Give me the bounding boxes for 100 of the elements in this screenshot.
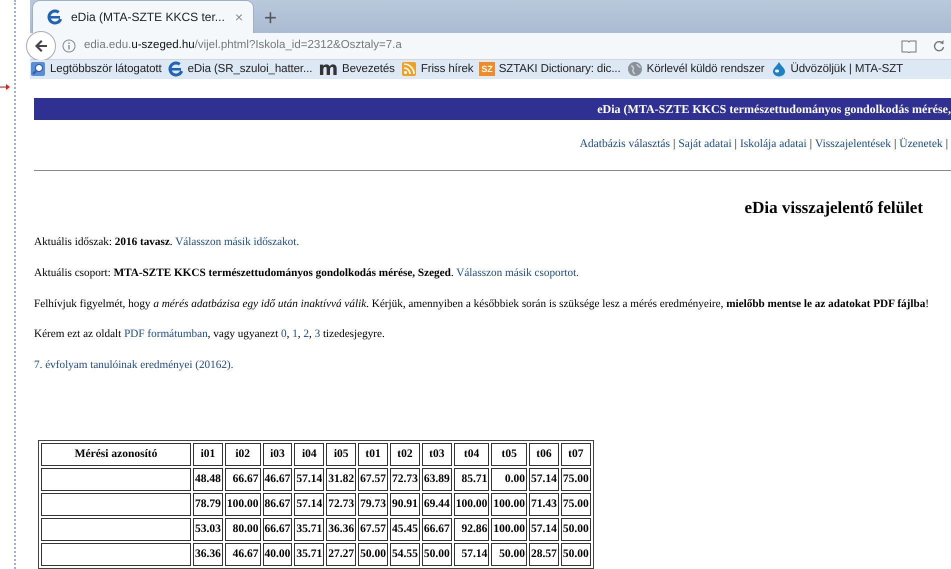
column-header: i02 xyxy=(224,443,260,466)
column-header: t07 xyxy=(560,443,591,466)
bookmark-item[interactable]: SZ SZTAKI Dictionary: dic... xyxy=(479,60,621,78)
table-cell: 86.67 xyxy=(262,493,292,516)
column-header: t01 xyxy=(358,443,388,466)
separator: | xyxy=(734,138,737,150)
table-cell: 78.79 xyxy=(193,493,223,516)
table-cell: 92.86 xyxy=(454,518,490,541)
table-cell: 100.00 xyxy=(224,493,260,516)
link[interactable]: Válasszon másik időszakot. xyxy=(175,236,300,248)
table-cell: 48.48 xyxy=(193,468,223,491)
bookmark-item[interactable]: Körlevél küldö rendszer xyxy=(626,60,764,78)
feed-icon xyxy=(400,61,417,78)
bookmark-item[interactable]: Üdvözöljük | MTA-SZT xyxy=(770,60,904,78)
table-cell: 57.14 xyxy=(294,493,324,516)
table-cell: 31.82 xyxy=(326,468,356,491)
table-cell: 79.73 xyxy=(358,493,388,516)
table-cell: 69.44 xyxy=(422,493,452,516)
letter-logo-icon: m xyxy=(318,62,338,76)
table-cell: 53.03 xyxy=(193,518,223,541)
nav-link[interactable]: Iskolája adatai xyxy=(740,138,807,150)
paragraph-text: , xyxy=(286,328,290,340)
table-cell: 67.57 xyxy=(358,518,388,541)
table-cell: 0.00 xyxy=(491,468,527,491)
table-cell: 66.67 xyxy=(422,518,452,541)
table-cell: 72.73 xyxy=(326,493,356,516)
link[interactable]: 0 xyxy=(281,328,287,340)
bookmark-item[interactable]: Legtöbbször látogatott xyxy=(30,60,162,78)
separator: | xyxy=(894,138,896,150)
table-cell: 100.00 xyxy=(491,493,527,516)
table-cell: 75.00 xyxy=(560,468,591,491)
edia-logo-icon xyxy=(47,9,63,25)
table-cell: 57.14 xyxy=(294,468,324,491)
column-header: i03 xyxy=(262,443,292,466)
link[interactable]: PDF formátumban xyxy=(124,328,208,340)
table-cell: 54.55 xyxy=(390,543,420,566)
nav-link[interactable]: Saját adatai xyxy=(678,138,732,150)
link[interactable]: 3 xyxy=(314,328,320,340)
table-cell: 75.00 xyxy=(560,493,591,516)
column-header: Mérési azonosító xyxy=(41,443,191,466)
tab-title: eDia (MTA-SZTE KKCS ter... xyxy=(71,9,225,26)
nav-link[interactable]: Üzenetek xyxy=(899,138,943,150)
arrow-icon xyxy=(0,84,10,90)
link[interactable]: 7. évfolyam tanulóinak eredményei (20162). xyxy=(34,359,234,372)
table-cell: 66.67 xyxy=(224,468,260,491)
bookmark-item[interactable]: m Bevezetés xyxy=(318,60,395,78)
info-icon[interactable] xyxy=(62,39,76,53)
column-header: t04 xyxy=(454,443,490,466)
link[interactable]: Válasszon másik csoportot. xyxy=(456,266,579,279)
table-cell: 63.89 xyxy=(422,468,452,491)
new-tab-button[interactable]: + xyxy=(264,7,277,33)
table-cell: 50.00 xyxy=(422,543,452,566)
link[interactable]: 1 xyxy=(292,328,298,340)
edia-logo-icon xyxy=(168,61,184,78)
column-header: t05 xyxy=(491,443,527,466)
separator: | xyxy=(810,138,812,150)
paragraph-text: , xyxy=(298,328,302,340)
table-cell: 100.00 xyxy=(454,493,490,516)
reader-view-icon[interactable] xyxy=(901,40,917,52)
drop-icon xyxy=(770,61,786,78)
table-cell: 28.57 xyxy=(529,543,559,566)
separator: | xyxy=(946,138,948,150)
table-cell: 50.00 xyxy=(358,543,388,566)
table-cell: 100.00 xyxy=(491,518,527,541)
paragraph-text: Aktuális időszak: 2016 tavasz. xyxy=(34,236,174,248)
search-icon xyxy=(30,61,46,78)
table-cell: 50.00 xyxy=(491,543,527,566)
back-arrow-icon xyxy=(34,39,48,53)
table-cell: 71.43 xyxy=(529,493,559,516)
link[interactable]: 2 xyxy=(303,328,309,340)
table-cell: 85.71 xyxy=(454,468,490,491)
back-button[interactable] xyxy=(26,31,56,61)
nav-link[interactable]: Adatbázis választás xyxy=(580,138,670,150)
page-title: eDia visszajelentő felület xyxy=(744,196,923,219)
browser-tab[interactable]: eDia (MTA-SZTE KKCS ter... × xyxy=(32,0,254,33)
table-cell: 80.00 xyxy=(224,518,260,541)
globe-icon xyxy=(626,61,643,78)
table-cell: 50.00 xyxy=(560,543,591,566)
separator: | xyxy=(673,138,676,150)
table-cell: 50.00 xyxy=(560,518,591,541)
bookmark-item[interactable]: Friss hírek xyxy=(400,60,474,78)
table-cell: 35.71 xyxy=(294,518,324,541)
column-header: t02 xyxy=(390,443,420,466)
paragraph-text: Felhívjuk figyelmét, hogy a mérés adatbázisa egy idő után inaktívvá válik. Kérjük, amennyiben a későbbiek során is szüksége lesz a mérés eredményeire, mielőbb mentse le az adatokat PDF fájlba! xyxy=(34,298,930,310)
column-header: t03 xyxy=(422,443,452,466)
table-cell: 57.14 xyxy=(529,518,559,541)
letter-logo-icon: SZ xyxy=(479,62,495,76)
paragraph-text: tizedesjegyre. xyxy=(322,328,385,340)
nav-link[interactable]: Visszajelentések xyxy=(815,138,891,150)
table-cell: 57.14 xyxy=(454,543,490,566)
table-cell: 72.73 xyxy=(390,468,420,491)
table-cell: 66.67 xyxy=(262,518,292,541)
table-cell: 67.57 xyxy=(358,468,388,491)
bookmark-item[interactable]: eDia (SR_szuloi_hatter... xyxy=(168,60,312,78)
paragraph-text: , vagy ugyanezt xyxy=(208,328,280,340)
paragraph-text: Kérem ezt az oldalt xyxy=(34,328,122,340)
column-header: i04 xyxy=(294,443,324,466)
column-header: i05 xyxy=(326,443,356,466)
column-header: i01 xyxy=(193,443,223,466)
reload-icon[interactable] xyxy=(933,40,945,52)
